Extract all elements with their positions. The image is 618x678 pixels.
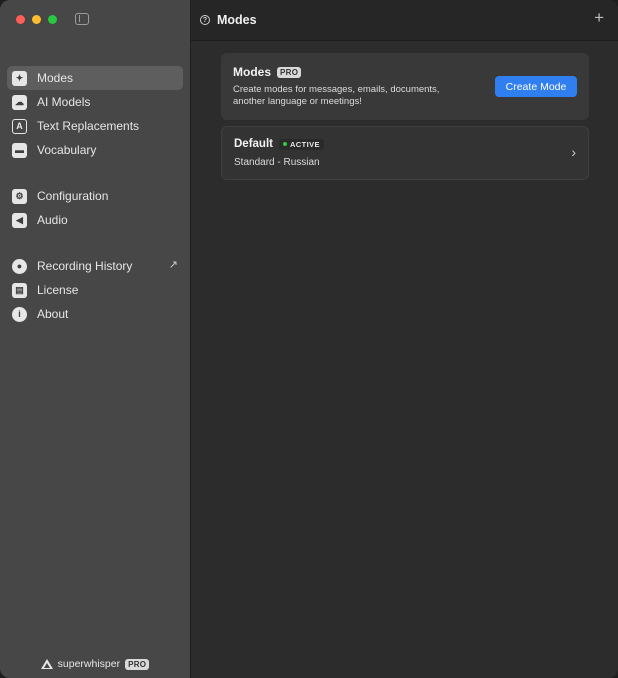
help-icon[interactable]: ?: [200, 15, 210, 25]
brand-footer: superwhisper PRO: [0, 658, 190, 670]
sidebar-item-license[interactable]: ▤ License: [7, 278, 183, 302]
sidebar-item-vocabulary[interactable]: ▬ Vocabulary: [7, 138, 183, 162]
sidebar-item-modes[interactable]: ✦ Modes: [7, 66, 183, 90]
active-dot-icon: [282, 142, 287, 146]
create-mode-button[interactable]: Create Mode: [495, 76, 577, 97]
zoom-window-button[interactable]: [48, 15, 57, 24]
mode-list-item[interactable]: Default ACTIVE Standard - Russian ›: [221, 126, 589, 180]
gear-icon: ⚙: [12, 188, 27, 204]
status-text: ACTIVE: [289, 139, 320, 149]
book-icon: ▬: [12, 142, 27, 158]
sidebar-item-label: Text Replacements: [37, 119, 140, 133]
history-icon: ●: [12, 258, 27, 274]
titlebar: ? Modes +: [191, 0, 618, 41]
nav-group-info: ● Recording History ↗ ▤ License i About: [7, 254, 183, 326]
sidebar-item-label: License: [37, 283, 79, 297]
info-icon: i: [12, 306, 27, 322]
sidebar: ✦ Modes ☁ AI Models A Text Replacements …: [0, 0, 191, 678]
sidebar-item-recording-history[interactable]: ● Recording History ↗: [7, 254, 183, 278]
sidebar-item-configuration[interactable]: ⚙ Configuration: [7, 184, 183, 208]
nav-group-main: ✦ Modes ☁ AI Models A Text Replacements …: [7, 66, 183, 162]
card-title: Modes: [233, 65, 272, 79]
main-content: ? Modes + Modes PRO Create modes for mes…: [191, 0, 618, 678]
mode-subtitle: Standard - Russian: [234, 157, 320, 168]
license-icon: ▤: [12, 282, 27, 298]
nav-group-settings: ⚙ Configuration ◀ Audio: [7, 184, 183, 232]
close-window-button[interactable]: [16, 15, 25, 24]
text-replace-icon: A: [12, 118, 27, 134]
mode-name: Default: [234, 138, 273, 150]
sidebar-item-label: Vocabulary: [37, 143, 97, 157]
app-window: ✦ Modes ☁ AI Models A Text Replacements …: [0, 0, 618, 678]
sidebar-item-text-replacements[interactable]: A Text Replacements: [7, 114, 183, 138]
pro-badge: PRO: [125, 658, 150, 670]
modes-icon: ✦: [12, 70, 27, 86]
window-controls: [16, 15, 57, 24]
minimize-window-button[interactable]: [32, 15, 41, 24]
modes-info-card: Modes PRO Create modes for messages, ema…: [221, 53, 589, 120]
add-mode-button[interactable]: +: [594, 8, 604, 28]
sidebar-item-audio[interactable]: ◀ Audio: [7, 208, 183, 232]
speaker-icon: ◀: [12, 212, 27, 228]
sidebar-item-label: About: [37, 307, 69, 321]
sidebar-item-label: AI Models: [37, 95, 91, 109]
sidebar-item-ai-models[interactable]: ☁ AI Models: [7, 90, 183, 114]
superwhisper-logo-icon: [40, 659, 53, 669]
sidebar-item-about[interactable]: i About: [7, 302, 183, 326]
mode-header-row: Default ACTIVE: [234, 138, 576, 150]
sidebar-item-label: Modes: [37, 71, 74, 85]
card-description: Create modes for messages, emails, docum…: [233, 84, 440, 107]
status-badge: ACTIVE: [278, 138, 324, 150]
sidebar-item-label: Configuration: [37, 189, 109, 203]
brain-icon: ☁: [12, 94, 27, 110]
sidebar-toggle-icon[interactable]: [75, 13, 89, 25]
sidebar-item-label: Audio: [37, 213, 68, 227]
brand-name: superwhisper: [57, 658, 121, 670]
page-title: Modes: [217, 13, 257, 27]
pro-badge: PRO: [277, 66, 302, 78]
external-link-icon: ↗: [168, 259, 178, 271]
chevron-right-icon: ›: [571, 144, 576, 160]
sidebar-item-label: Recording History: [37, 259, 133, 273]
